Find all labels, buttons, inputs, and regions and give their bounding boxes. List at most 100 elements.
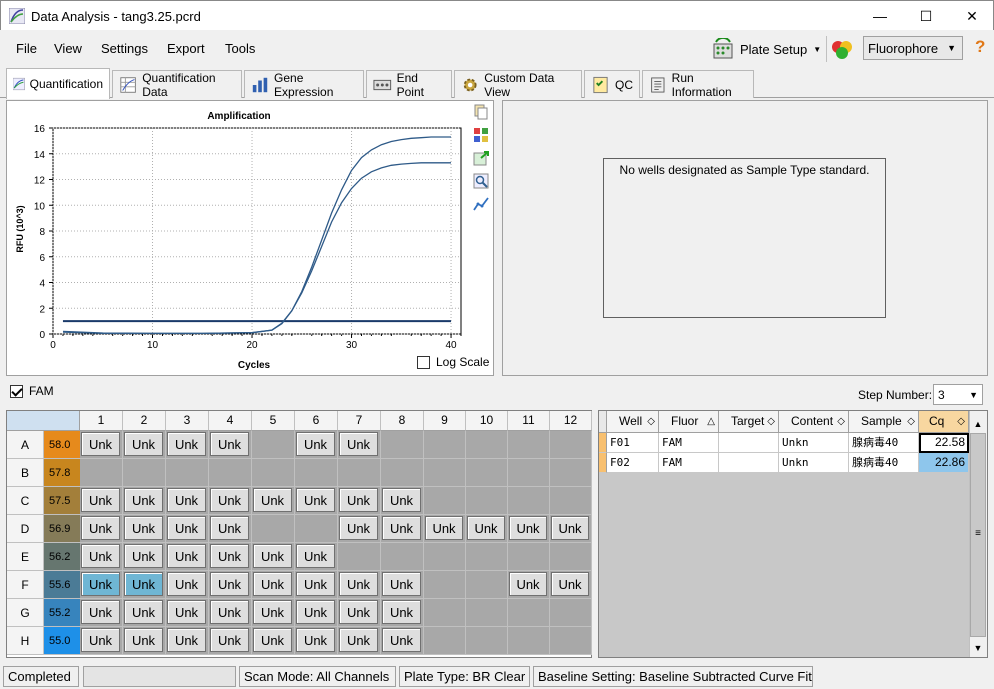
plate-well[interactable]: Unk bbox=[209, 487, 252, 515]
plate-well[interactable] bbox=[381, 459, 424, 487]
table-cell[interactable]: Unkn bbox=[779, 453, 849, 473]
menu-export[interactable]: Export bbox=[167, 41, 205, 56]
table-cell[interactable]: Unkn bbox=[779, 433, 849, 453]
plate-well[interactable]: Unk bbox=[381, 571, 424, 599]
traffic-light-icon[interactable] bbox=[829, 38, 855, 60]
plate-well[interactable] bbox=[466, 599, 508, 627]
fam-toggle[interactable]: FAM bbox=[10, 384, 54, 398]
plate-well[interactable] bbox=[424, 459, 466, 487]
plate-well[interactable]: Unk bbox=[209, 543, 252, 571]
plate-well[interactable]: Unk bbox=[338, 487, 381, 515]
plate-well[interactable]: Unk bbox=[381, 515, 424, 543]
plate-well[interactable]: Unk bbox=[80, 515, 123, 543]
sort-icon[interactable]: △ bbox=[707, 411, 715, 432]
plate-well[interactable] bbox=[508, 459, 550, 487]
plate-corner[interactable] bbox=[7, 411, 80, 431]
table-header-cq[interactable]: Cq ◇ bbox=[919, 411, 969, 433]
plate-well[interactable]: Unk bbox=[123, 571, 166, 599]
plate-well[interactable] bbox=[550, 431, 592, 459]
plate-well[interactable]: Unk bbox=[166, 543, 209, 571]
trend-line-icon[interactable] bbox=[473, 196, 489, 212]
plate-well[interactable] bbox=[80, 459, 123, 487]
plate-well[interactable]: Unk bbox=[338, 627, 381, 655]
plate-well[interactable]: Unk bbox=[295, 571, 338, 599]
plate-well[interactable]: Unk bbox=[381, 599, 424, 627]
table-cell[interactable]: 腺病毒40 bbox=[849, 453, 919, 473]
plate-row-header[interactable]: C bbox=[7, 487, 44, 515]
plate-well[interactable] bbox=[550, 543, 592, 571]
plate-well[interactable]: Unk bbox=[381, 627, 424, 655]
table-header-content[interactable]: Content ◇ bbox=[779, 411, 849, 433]
plate-well[interactable]: Unk bbox=[338, 571, 381, 599]
row-selector[interactable] bbox=[599, 453, 607, 473]
plate-well[interactable]: Unk bbox=[166, 487, 209, 515]
plate-well[interactable] bbox=[466, 459, 508, 487]
plate-well[interactable]: Unk bbox=[80, 431, 123, 459]
palette-icon[interactable] bbox=[473, 127, 489, 143]
plate-column-header[interactable]: 1 bbox=[80, 411, 123, 431]
plate-well[interactable]: Unk bbox=[295, 599, 338, 627]
plate-well[interactable]: Unk bbox=[295, 627, 338, 655]
plate-well[interactable] bbox=[466, 431, 508, 459]
plate-column-header[interactable]: 12 bbox=[550, 411, 592, 431]
plate-column-header[interactable]: 11 bbox=[508, 411, 550, 431]
plate-well[interactable]: Unk bbox=[209, 515, 252, 543]
plate-well[interactable]: Unk bbox=[123, 543, 166, 571]
plate-well[interactable] bbox=[550, 487, 592, 515]
plate-well[interactable] bbox=[295, 515, 338, 543]
plate-row-header[interactable]: E bbox=[7, 543, 44, 571]
plate-row-header[interactable]: D bbox=[7, 515, 44, 543]
plate-well[interactable] bbox=[338, 543, 381, 571]
plate-well[interactable]: Unk bbox=[80, 487, 123, 515]
plate-well[interactable] bbox=[466, 487, 508, 515]
plate-well[interactable] bbox=[508, 431, 550, 459]
plate-well[interactable]: Unk bbox=[338, 431, 381, 459]
plate-well[interactable]: Unk bbox=[338, 599, 381, 627]
plate-well[interactable] bbox=[508, 487, 550, 515]
tab-quantification[interactable]: Quantification bbox=[6, 68, 110, 99]
table-header-fluor[interactable]: Fluor △ bbox=[659, 411, 719, 433]
plate-well[interactable] bbox=[550, 459, 592, 487]
plate-column-header[interactable]: 4 bbox=[209, 411, 252, 431]
plate-row-header[interactable]: H bbox=[7, 627, 44, 655]
plate-row-header[interactable]: F bbox=[7, 571, 44, 599]
plate-well[interactable]: Unk bbox=[80, 627, 123, 655]
plate-well[interactable] bbox=[209, 459, 252, 487]
plate-well[interactable] bbox=[508, 599, 550, 627]
plate-well[interactable]: Unk bbox=[209, 627, 252, 655]
plate-well[interactable]: Unk bbox=[80, 571, 123, 599]
table-cell[interactable]: FAM bbox=[659, 453, 719, 473]
plate-well[interactable]: Unk bbox=[80, 599, 123, 627]
table-cell[interactable]: 22.86 bbox=[919, 453, 969, 473]
plate-well[interactable]: Unk bbox=[466, 515, 508, 543]
plate-row-header[interactable]: A bbox=[7, 431, 44, 459]
plate-well[interactable]: Unk bbox=[209, 431, 252, 459]
plate-well[interactable]: Unk bbox=[166, 627, 209, 655]
plate-well[interactable] bbox=[424, 431, 466, 459]
plate-well[interactable]: Unk bbox=[295, 431, 338, 459]
plate-row-header[interactable]: G bbox=[7, 599, 44, 627]
menu-tools[interactable]: Tools bbox=[225, 41, 255, 56]
fluorophore-select[interactable]: Fluorophore ▼ bbox=[863, 36, 963, 60]
table-header-well[interactable]: Well ◇ bbox=[607, 411, 659, 433]
plate-well[interactable]: Unk bbox=[252, 543, 295, 571]
plate-well[interactable]: Unk bbox=[295, 487, 338, 515]
plate-well[interactable] bbox=[381, 431, 424, 459]
plate-well[interactable] bbox=[295, 459, 338, 487]
plate-column-header[interactable]: 9 bbox=[424, 411, 466, 431]
table-cell[interactable]: F01 bbox=[607, 433, 659, 453]
plate-well[interactable] bbox=[508, 543, 550, 571]
sort-icon[interactable]: ◇ bbox=[837, 411, 845, 432]
plate-well[interactable]: Unk bbox=[550, 571, 592, 599]
zoom-chart-icon[interactable] bbox=[473, 173, 489, 189]
tab-quantification-data[interactable]: Quantification Data bbox=[112, 70, 242, 99]
plate-column-header[interactable]: 8 bbox=[381, 411, 424, 431]
table-cell[interactable]: FAM bbox=[659, 433, 719, 453]
plate-well[interactable] bbox=[424, 599, 466, 627]
plate-well[interactable] bbox=[550, 599, 592, 627]
plate-column-header[interactable]: 3 bbox=[166, 411, 209, 431]
plate-setup-button[interactable]: Plate Setup ▼ bbox=[712, 36, 821, 62]
plate-well[interactable] bbox=[466, 571, 508, 599]
plate-well[interactable]: Unk bbox=[123, 515, 166, 543]
plate-well[interactable] bbox=[466, 543, 508, 571]
